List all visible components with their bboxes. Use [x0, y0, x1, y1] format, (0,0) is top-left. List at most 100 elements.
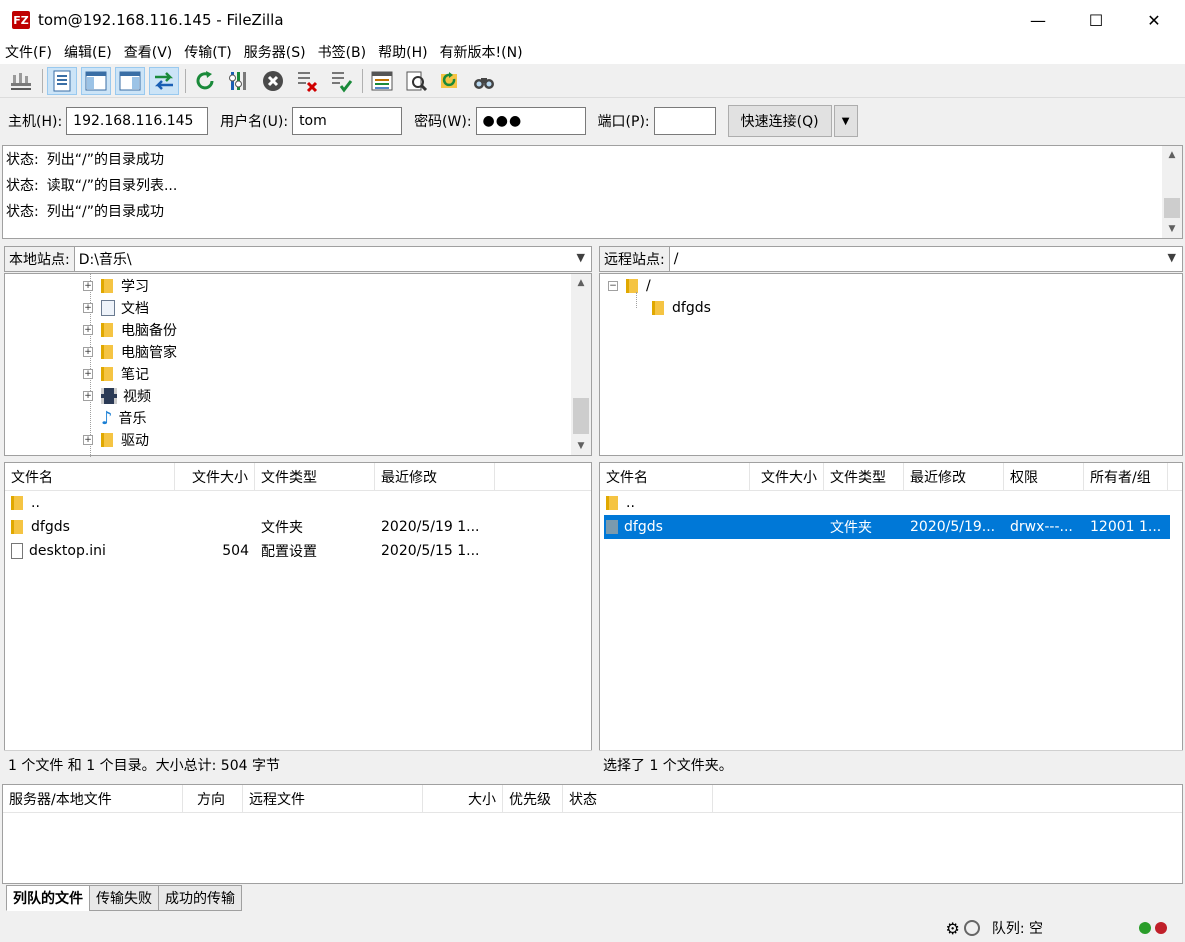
minimize-button[interactable]: —: [1009, 0, 1067, 40]
scroll-up-icon[interactable]: ▲: [571, 274, 591, 292]
filter-button[interactable]: [367, 67, 397, 95]
gear-icon: ⚙: [945, 918, 960, 938]
close-button[interactable]: ✕: [1125, 0, 1183, 40]
cancel-button[interactable]: [258, 67, 288, 95]
menu-new-version[interactable]: 有新版本!(N): [435, 42, 528, 62]
expand-icon[interactable]: +: [83, 391, 93, 401]
tab-queued-files[interactable]: 列队的文件: [6, 885, 90, 911]
column-modified[interactable]: 最近修改: [904, 462, 1004, 491]
local-file-row[interactable]: dfgds 文件夹 2020/5/19 1...: [5, 515, 591, 539]
site-manager-button[interactable]: [6, 67, 36, 95]
remote-directory-tree: − / dfgds: [599, 273, 1183, 456]
tab-failed-transfers[interactable]: 传输失败: [89, 885, 159, 911]
log-line: 状态: 列出“/”的目录成功: [3, 146, 1182, 172]
disconnect-button[interactable]: [292, 67, 322, 95]
maximize-button[interactable]: ☐: [1067, 0, 1125, 40]
toggle-local-tree-button[interactable]: [81, 66, 111, 95]
tab-successful-transfers[interactable]: 成功的传输: [158, 885, 242, 911]
window-title: tom@192.168.116.145 - FileZilla: [38, 11, 284, 29]
expand-icon[interactable]: +: [83, 303, 93, 313]
search-button[interactable]: [469, 67, 499, 95]
scroll-thumb[interactable]: [1164, 198, 1180, 218]
menu-server[interactable]: 服务器(S): [239, 42, 311, 62]
local-file-row[interactable]: desktop.ini 504 配置设置 2020/5/15 1...: [5, 539, 591, 563]
local-tree-item[interactable]: + 电脑管家: [83, 341, 177, 363]
column-filetype[interactable]: 文件类型: [824, 462, 904, 491]
menu-help[interactable]: 帮助(H): [373, 42, 432, 62]
column-filetype[interactable]: 文件类型: [255, 462, 375, 491]
remote-tree-item[interactable]: dfgds: [652, 297, 711, 319]
chevron-down-icon[interactable]: ▼: [577, 251, 585, 264]
column-filename[interactable]: 文件名: [5, 462, 175, 491]
file-name: ..: [31, 495, 40, 511]
expand-icon[interactable]: +: [83, 281, 93, 291]
column-priority[interactable]: 优先级: [503, 784, 563, 813]
menu-file[interactable]: 文件(F): [0, 42, 57, 62]
site-manager-icon: [11, 72, 31, 90]
toggle-remote-tree-button[interactable]: [115, 66, 145, 95]
column-filename[interactable]: 文件名: [600, 462, 750, 491]
local-tree-item[interactable]: + 电脑备份: [83, 319, 177, 341]
local-path-input[interactable]: D:\音乐\ ▼: [74, 246, 592, 272]
local-file-list-header: 文件名 文件大小 文件类型 最近修改: [5, 462, 591, 491]
expand-icon[interactable]: +: [83, 369, 93, 379]
menu-transfer[interactable]: 传输(T): [179, 42, 236, 62]
scroll-down-icon[interactable]: ▼: [571, 437, 591, 455]
remote-path-input[interactable]: / ▼: [669, 246, 1183, 272]
reconnect-button[interactable]: [326, 67, 356, 95]
column-filesize[interactable]: 文件大小: [175, 462, 255, 491]
expand-icon[interactable]: +: [83, 435, 93, 445]
local-tree-item[interactable]: + 驱动: [83, 429, 149, 451]
filter-icon: [371, 71, 393, 90]
column-size[interactable]: 大小: [423, 784, 503, 813]
toggle-message-log-button[interactable]: [47, 66, 77, 95]
scroll-thumb[interactable]: [573, 398, 589, 434]
menu-view[interactable]: 查看(V): [119, 42, 178, 62]
expand-icon[interactable]: +: [83, 325, 93, 335]
toggle-queue-button[interactable]: [149, 66, 179, 95]
process-queue-button[interactable]: [224, 67, 254, 95]
log-message: 列出“/”的目录成功: [46, 204, 164, 220]
speed-limit-icon[interactable]: [963, 920, 980, 936]
menu-bookmarks[interactable]: 书签(B): [313, 42, 372, 62]
remote-tree-item[interactable]: − /: [608, 275, 651, 297]
scroll-down-icon[interactable]: ▼: [1162, 220, 1182, 238]
compare-button[interactable]: [401, 67, 431, 95]
quickconnect-button[interactable]: 快速连接(Q): [727, 105, 832, 137]
column-permissions[interactable]: 权限: [1004, 462, 1084, 491]
column-remote-file[interactable]: 远程文件: [243, 784, 423, 813]
remote-file-row-selected[interactable]: dfgds 文件夹 2020/5/19... drwx---... 12001 …: [604, 515, 1170, 539]
column-direction[interactable]: 方向: [183, 784, 243, 813]
expand-icon[interactable]: +: [83, 347, 93, 357]
local-tree-scrollbar[interactable]: ▲ ▼: [571, 274, 591, 455]
column-owner-group[interactable]: 所有者/组: [1084, 462, 1168, 491]
local-tree-item[interactable]: + 视频: [83, 385, 151, 407]
chevron-down-icon[interactable]: ▼: [1168, 251, 1176, 264]
log-scrollbar[interactable]: ▲ ▼: [1162, 146, 1182, 238]
port-input[interactable]: [653, 107, 716, 135]
remote-file-list-header: 文件名 文件大小 文件类型 最近修改 权限 所有者/组: [600, 462, 1182, 491]
local-tree-item-selected[interactable]: ♪ 音乐: [101, 407, 147, 429]
menu-bar: 文件(F) 编辑(E) 查看(V) 传输(T) 服务器(S) 书签(B) 帮助(…: [0, 40, 1185, 64]
folder-icon: [11, 520, 23, 534]
local-tree-item[interactable]: + 学习: [83, 275, 149, 297]
password-input[interactable]: ●●●: [475, 107, 586, 135]
sync-browse-button[interactable]: [435, 67, 465, 95]
collapse-icon[interactable]: −: [608, 281, 618, 291]
quickconnect-dropdown-button[interactable]: ▼: [833, 105, 858, 137]
file-name: desktop.ini: [29, 543, 106, 559]
local-tree-item[interactable]: + 文档: [83, 297, 149, 319]
menu-edit[interactable]: 编辑(E): [59, 42, 117, 62]
local-tree-item[interactable]: + 笔记: [83, 363, 149, 385]
toggle-local-tree-icon: [85, 71, 107, 90]
column-server-local-file[interactable]: 服务器/本地文件: [3, 784, 183, 813]
local-file-row[interactable]: ..: [5, 491, 591, 515]
column-modified[interactable]: 最近修改: [375, 462, 495, 491]
username-input[interactable]: tom: [292, 107, 403, 135]
refresh-button[interactable]: [190, 67, 220, 95]
column-status[interactable]: 状态: [563, 784, 713, 813]
host-input[interactable]: 192.168.116.145: [66, 107, 209, 135]
column-filesize[interactable]: 文件大小: [750, 462, 824, 491]
scroll-up-icon[interactable]: ▲: [1162, 146, 1182, 164]
remote-file-row[interactable]: ..: [600, 491, 1182, 515]
